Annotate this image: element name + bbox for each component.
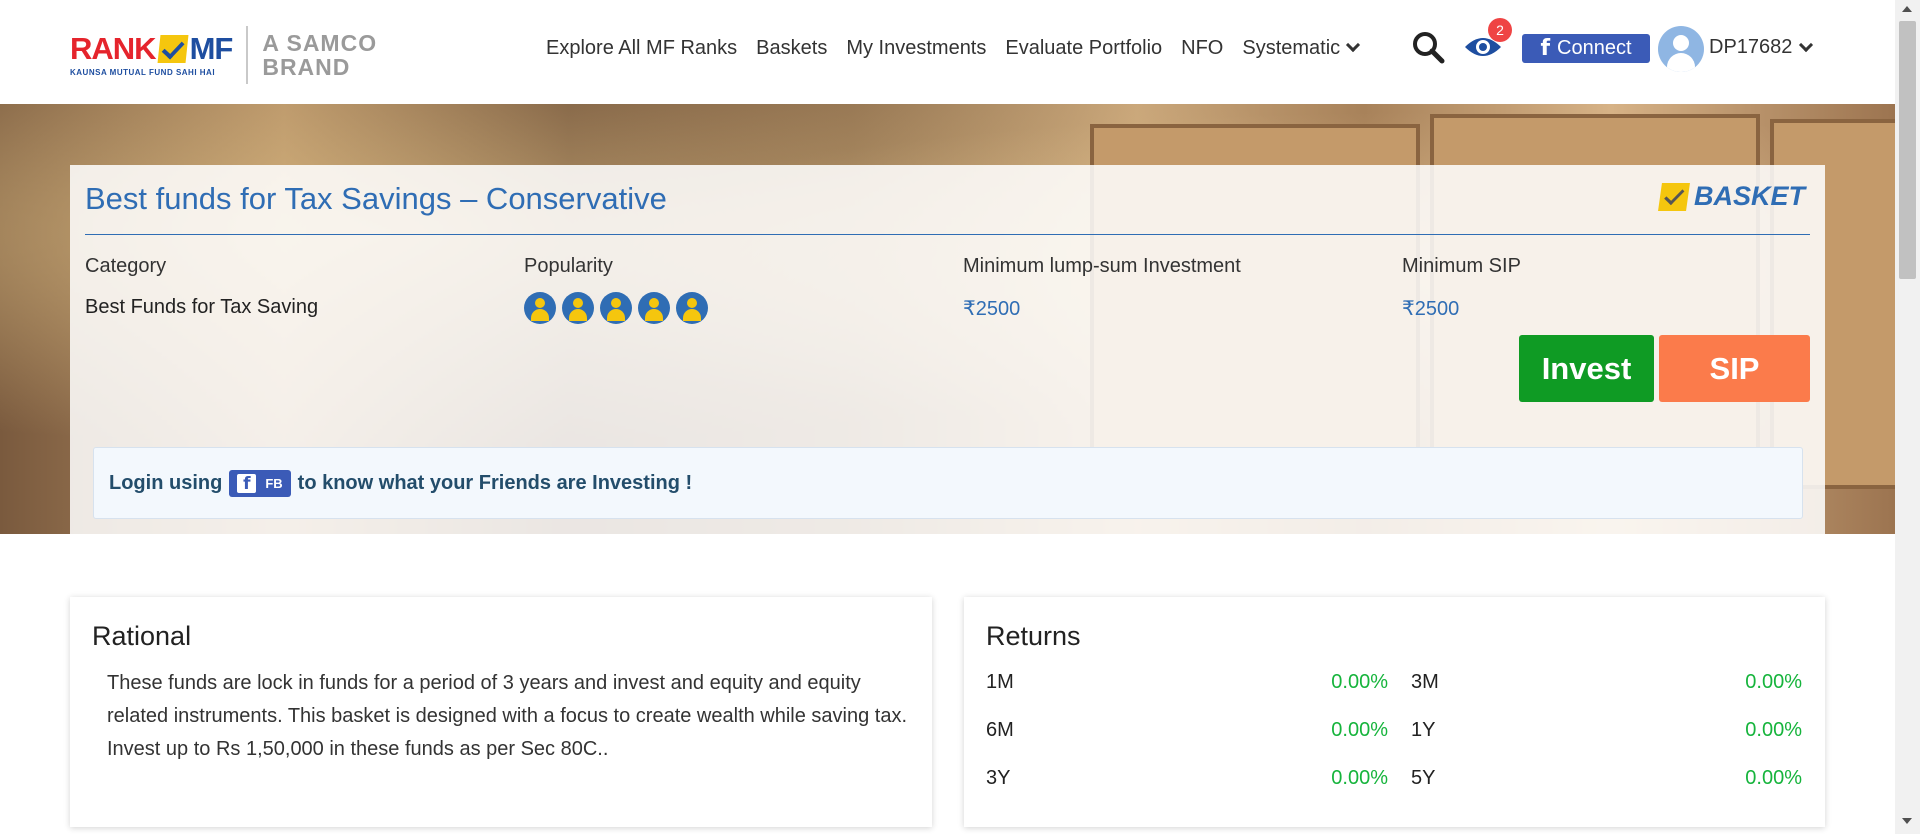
return-value: 0.00% [1331,767,1388,789]
facebook-login-button[interactable]: f FB [229,469,291,497]
returns-row: 1M 0.00% 3M 0.00% [986,671,1804,701]
return-period-label: 6M [986,719,1014,741]
return-value: 0.00% [1745,767,1802,789]
nav-explore-mf-ranks[interactable]: Explore All MF Ranks [546,37,737,60]
min-sip-info: Minimum SIP ₹2500 [1402,255,1521,321]
user-icon [524,292,556,324]
popularity-info: Popularity [524,255,714,324]
basket-summary-card: Best funds for Tax Savings – Conservativ… [70,165,1825,534]
top-navbar: RANK MF KAUNSA MUTUAL FUND SAHI HAI A SA… [0,0,1895,104]
returns-title: Returns [986,621,1081,651]
rational-title: Rational [92,621,192,651]
facebook-icon: f [237,473,257,494]
min-sip-label: Minimum SIP [1402,255,1521,277]
samco-brand-line1: A SAMCO [262,29,378,56]
scrollbar-thumb[interactable] [1899,21,1916,279]
logo-tagline: KAUNSA MUTUAL FUND SAHI HAI [70,68,216,77]
sip-button[interactable]: SIP [1659,335,1810,402]
nav-evaluate-portfolio[interactable]: Evaluate Portfolio [1005,37,1162,60]
return-period-label: 1Y [1411,719,1436,741]
return-value: 0.00% [1745,719,1802,741]
logo-mf-text: MF [189,31,234,66]
facebook-connect-button[interactable]: f Connect [1522,34,1650,63]
title-divider [85,234,1810,235]
returns-row: 6M 0.00% 1Y 0.00% [986,719,1804,749]
returns-row: 3Y 0.00% 5Y 0.00% [986,767,1804,797]
logo-divider [246,26,249,84]
rational-description: These funds are lock in funds for a peri… [107,672,908,760]
scroll-down-arrow-icon[interactable] [1902,818,1912,824]
return-value: 0.00% [1331,671,1388,693]
returns-panel: Returns 1M 0.00% 3M 0.00% 6M 0.00% 1Y 0.… [964,597,1825,827]
return-value: 0.00% [1331,719,1388,741]
min-sip-value: ₹2500 [1402,298,1460,320]
fb-chip-label: FB [265,475,283,491]
search-icon[interactable] [1411,30,1445,64]
logo-check-icon [157,34,189,63]
rankmf-logo[interactable]: RANK MF KAUNSA MUTUAL FUND SAHI HAI A SA… [70,26,377,84]
username-label[interactable]: DP17682 [1709,36,1792,59]
nav-my-investments[interactable]: My Investments [846,37,986,60]
scroll-up-arrow-icon[interactable] [1902,6,1912,12]
popularity-label: Popularity [524,255,613,277]
user-icon [638,292,670,324]
logo-main: RANK MF KAUNSA MUTUAL FUND SAHI HAI [70,31,234,77]
watchlist-count-badge: 2 [1488,18,1512,42]
user-menu-chevron-icon[interactable] [1798,37,1814,53]
samco-brand-line2: BRAND [262,54,351,80]
return-period-label: 5Y [1411,767,1436,789]
basket-badge-label: BASKET [1694,181,1806,211]
facebook-icon: f [1540,36,1551,61]
basket-check-icon [1658,182,1690,211]
avatar-head [1673,35,1689,51]
nav-systematic-dropdown[interactable]: Systematic [1242,36,1361,60]
logo-rank-text: RANK [70,31,157,66]
return-period-label: 3Y [986,767,1011,789]
popularity-rating [524,292,714,324]
user-icon [600,292,632,324]
nav-nfo[interactable]: NFO [1181,37,1223,60]
min-lumpsum-info: Minimum lump-sum Investment ₹2500 [963,255,1241,321]
avatar-body [1667,53,1695,72]
category-value: Best Funds for Tax Saving [85,296,319,318]
user-icon [562,292,594,324]
return-value: 0.00% [1745,671,1802,693]
user-avatar[interactable] [1658,26,1704,72]
fb-notice-suffix: to know what your Friends are Investing … [297,471,693,494]
category-label: Category [85,255,167,277]
main-nav: Explore All MF Ranks Baskets My Investme… [546,0,1377,96]
chevron-down-icon [1346,37,1361,52]
basket-title: Best funds for Tax Savings – Conservativ… [85,181,667,216]
invest-button[interactable]: Invest [1519,335,1654,402]
nav-systematic-label: Systematic [1242,36,1341,59]
facebook-login-notice: Login using f FB to know what your Frien… [93,447,1803,519]
connect-label: Connect [1557,37,1632,59]
min-lumpsum-value: ₹2500 [963,298,1021,320]
samco-brand-text: A SAMCO BRAND [262,31,377,79]
category-info: Category Best Funds for Tax Saving [85,255,318,319]
basket-badge: BASKET [1658,181,1806,212]
fb-notice-prefix: Login using [109,471,223,494]
return-period-label: 3M [1411,671,1439,693]
page-scrollbar[interactable] [1895,0,1920,834]
rational-panel: Rational These funds are lock in funds f… [70,597,932,827]
logo-wordmark: RANK MF [70,31,234,66]
nav-baskets[interactable]: Baskets [756,37,827,60]
min-lumpsum-label: Minimum lump-sum Investment [963,255,1241,277]
return-period-label: 1M [986,671,1014,693]
user-icon [676,292,708,324]
